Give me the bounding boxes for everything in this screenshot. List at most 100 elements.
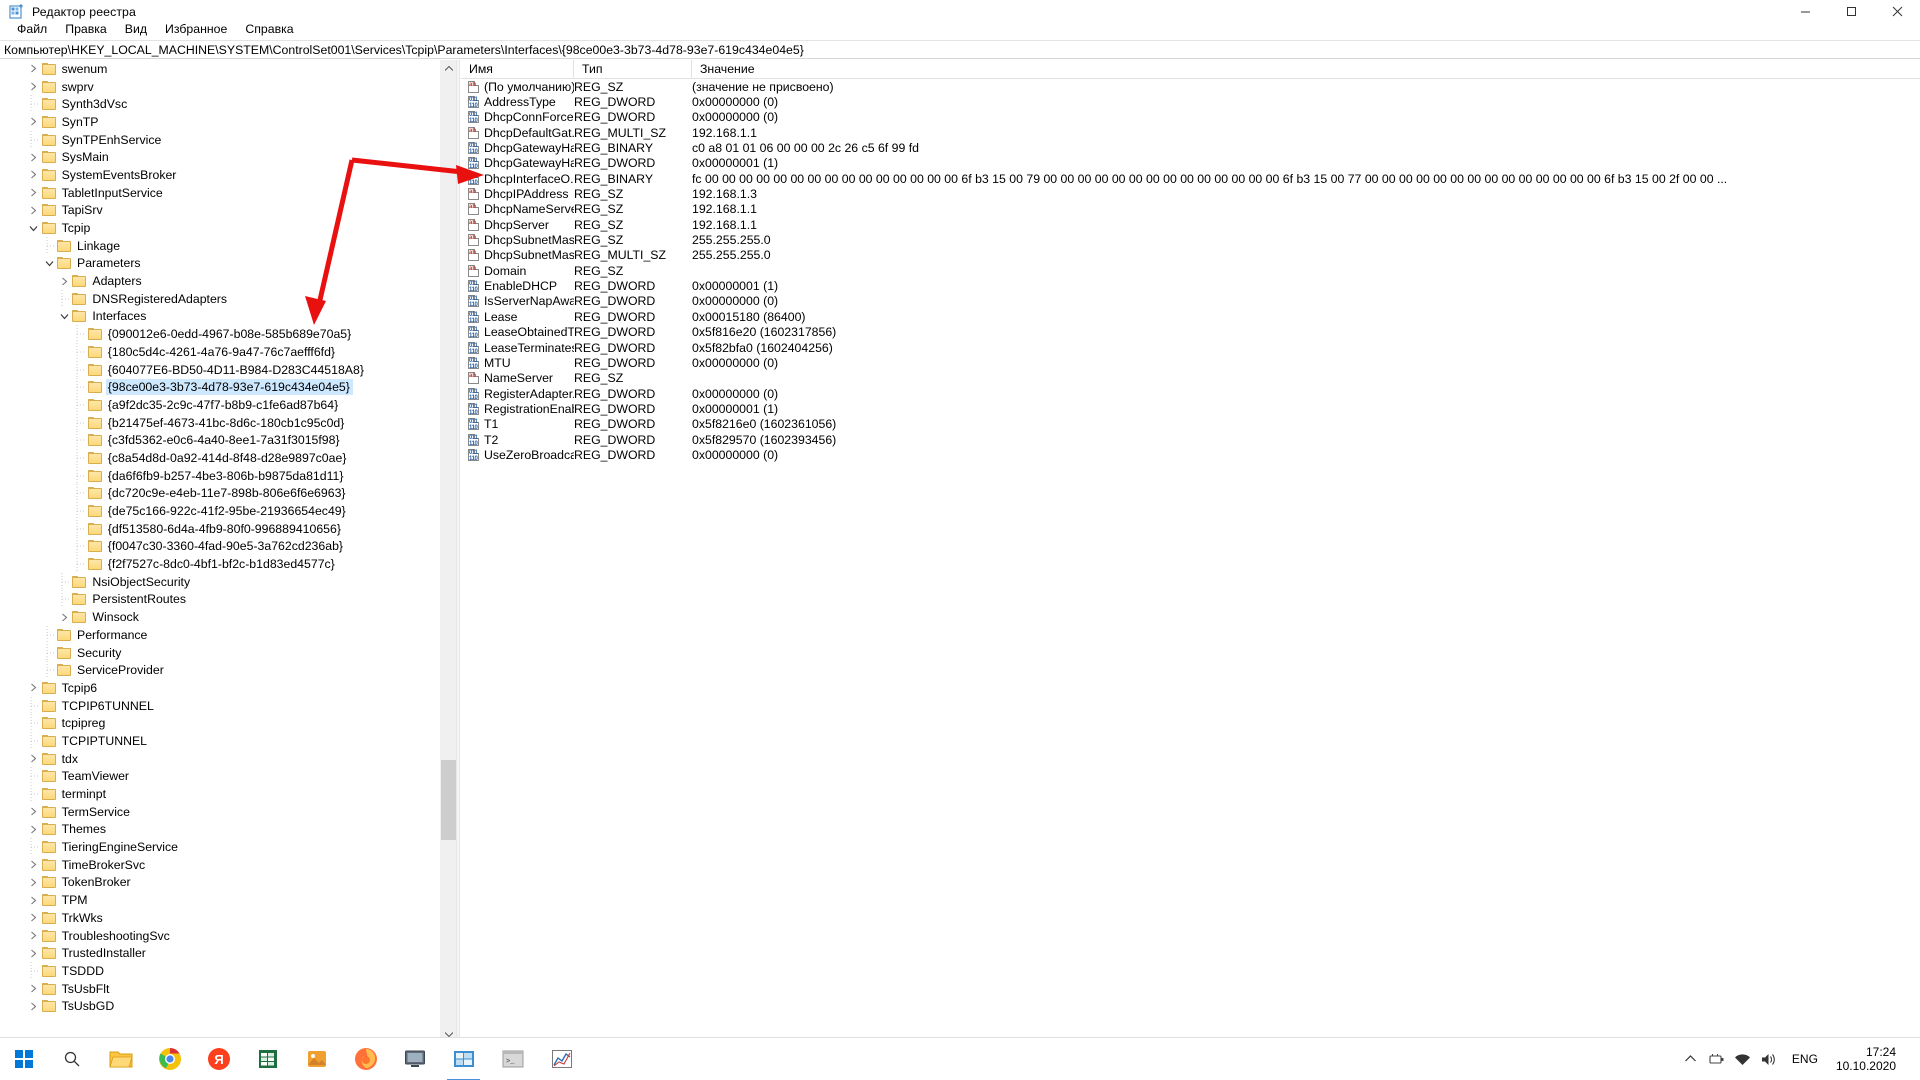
chevron-down-icon[interactable] — [56, 308, 72, 324]
chevron-down-icon[interactable] — [26, 220, 42, 236]
table-row[interactable]: 011110 DhcpGatewayHa...REG_DWORD 0x0000000… — [461, 156, 1920, 171]
excel-icon[interactable] — [243, 1038, 292, 1080]
tree-vertical-scrollbar[interactable] — [439, 60, 456, 1043]
tree-node[interactable]: DNSRegisteredAdapters — [0, 289, 456, 308]
tree-node[interactable]: {a9f2dc35-2c9c-47f7-b8b9-c1fe6ad87b64} — [0, 395, 456, 414]
usb-icon[interactable] — [1704, 1038, 1730, 1080]
show-desktop-button[interactable] — [1904, 1038, 1914, 1080]
table-row[interactable]: ab DhcpSubnetMask REG_SZ 255.255.255.0 — [461, 232, 1920, 247]
menu-item-избранное[interactable]: Избранное — [156, 20, 236, 38]
table-row[interactable]: 011 110 T1 REG_DWORD 0x5f8216e0 (1602361056) — [461, 417, 1920, 432]
chevron-right-icon[interactable] — [26, 79, 42, 95]
tree-node[interactable]: TroubleshootingSvc — [0, 927, 456, 945]
clock[interactable]: 17:24 10.10.2020 — [1828, 1045, 1904, 1073]
chrome-icon[interactable] — [145, 1038, 194, 1080]
tree-node[interactable]: NsiObjectSecurity — [0, 572, 456, 591]
chevron-right-icon[interactable] — [26, 857, 42, 873]
tree-node[interactable]: Themes — [0, 821, 456, 839]
file-explorer-icon[interactable] — [96, 1038, 145, 1080]
tree-node[interactable]: Security — [0, 643, 456, 662]
tree-node[interactable]: TrustedInstaller — [0, 944, 456, 962]
tree-node[interactable]: tcpipreg — [0, 714, 456, 733]
tree-node[interactable]: {604077E6-BD50-4D11-B984-D283C44518A8} — [0, 360, 456, 379]
chevron-right-icon[interactable] — [26, 114, 42, 130]
tree-node[interactable]: Winsock — [0, 608, 456, 626]
tree-node[interactable]: {dc720c9e-e4eb-11e7-898b-806e6f6e6963} — [0, 484, 456, 503]
language-indicator[interactable]: ENG — [1782, 1052, 1828, 1066]
chevron-right-icon[interactable] — [26, 185, 42, 201]
tree-node[interactable]: TimeBrokerSvc — [0, 856, 456, 874]
table-row[interactable]: 011110 LeaseTerminates...REG_DWORD 0x5f82b… — [461, 340, 1920, 355]
tree-node[interactable]: TeamViewer — [0, 767, 456, 786]
tree-node[interactable]: ServiceProvider — [0, 661, 456, 680]
start-button[interactable] — [0, 1038, 48, 1080]
tree-node[interactable]: {c8a54d8d-0a92-414d-8f48-d28e9897c0ae} — [0, 448, 456, 467]
tree-node[interactable]: TabletInputService — [0, 184, 456, 202]
search-icon[interactable] — [48, 1038, 96, 1080]
tree-node[interactable]: TieringEngineService — [0, 838, 456, 857]
table-row[interactable]: 011 110 AddressType REG_DWORD 0x00000000 (0) — [461, 94, 1920, 109]
tree-node[interactable]: Parameters — [0, 255, 456, 273]
table-row[interactable]: 011 110 DhcpConnForce... REG_DWORD 0x0000000… — [461, 110, 1920, 125]
tree-node[interactable]: tdx — [0, 750, 456, 768]
table-row[interactable]: ab NameServer REG_SZ — [461, 371, 1920, 386]
tree-node[interactable]: TapiSrv — [0, 202, 456, 220]
tree-node[interactable]: Linkage — [0, 236, 456, 255]
tree-node[interactable]: Interfaces — [0, 308, 456, 326]
menu-item-файл[interactable]: Файл — [8, 20, 56, 38]
table-row[interactable]: ab DhcpDefaultGat... REG_MULTI_SZ 192.168.1… — [461, 125, 1920, 140]
table-row[interactable]: 011 110 MTU REG_DWORD 0x00000000 (0) — [461, 355, 1920, 370]
tree-node[interactable]: {f0047c30-3360-4fad-90e5-3a762cd236ab} — [0, 537, 456, 556]
yandex-browser-icon[interactable]: Я — [194, 1038, 243, 1080]
tree-node[interactable]: Synth3dVsc — [0, 95, 456, 114]
table-row[interactable]: 011110 RegistrationEnab...REG_DWORD 0x0000… — [461, 401, 1920, 416]
chevron-right-icon[interactable] — [26, 945, 42, 961]
table-row[interactable]: 011110 UseZeroBroadcastREG_DWORD 0x0000000… — [461, 447, 1920, 462]
tree-node[interactable]: TrkWks — [0, 909, 456, 927]
chevron-right-icon[interactable] — [26, 998, 42, 1014]
menu-item-правка[interactable]: Правка — [56, 20, 116, 38]
tree-node[interactable]: TsUsbFlt — [0, 980, 456, 998]
column-header-value[interactable]: Значение — [692, 60, 1920, 79]
firefox-icon[interactable] — [341, 1038, 390, 1080]
table-row[interactable]: 011 110 RegisterAdapter... REG_DWORD 0x00000… — [461, 386, 1920, 401]
chevron-down-icon[interactable] — [41, 255, 57, 271]
tree-node[interactable]: TermService — [0, 803, 456, 821]
tree-node[interactable]: TCPIP6TUNNEL — [0, 696, 456, 715]
tree-node[interactable]: SysMain — [0, 148, 456, 166]
tree-node[interactable]: PersistentRoutes — [0, 590, 456, 609]
scroll-thumb[interactable] — [441, 760, 456, 840]
table-row[interactable]: ab Domain REG_SZ — [461, 263, 1920, 278]
tree-node[interactable]: {090012e6-0edd-4967-b08e-585b689e70a5} — [0, 325, 456, 344]
table-row[interactable]: 011110 IsServerNapAwareREG_DWORD 0x0000000… — [461, 294, 1920, 309]
chevron-right-icon[interactable] — [26, 751, 42, 767]
table-row[interactable]: ab DhcpServer REG_SZ 192.168.1.1 — [461, 217, 1920, 232]
chevron-right-icon[interactable] — [26, 202, 42, 218]
chevron-right-icon[interactable] — [26, 804, 42, 820]
tree-node[interactable]: {b21475ef-4673-41bc-8d6c-180cb1c95c0d} — [0, 413, 456, 432]
chevron-right-icon[interactable] — [26, 680, 42, 696]
table-row[interactable]: 011 110 EnableDHCP REG_DWORD 0x00000001 (1) — [461, 278, 1920, 293]
show-hidden-icons-chevron-icon[interactable] — [1678, 1038, 1704, 1080]
tree-node[interactable]: {180c5d4c-4261-4a76-9a47-76c7aefff6fd} — [0, 342, 456, 361]
table-row[interactable]: ab DhcpIPAddress REG_SZ 192.168.1.3 — [461, 186, 1920, 201]
chevron-right-icon[interactable] — [26, 149, 42, 165]
chevron-right-icon[interactable] — [26, 61, 42, 77]
menu-item-вид[interactable]: Вид — [116, 20, 156, 38]
tree-node[interactable]: {c3fd5362-e0c6-4a40-8ee1-7a31f3015f98} — [0, 431, 456, 450]
table-row[interactable]: 011110 LeaseObtainedTi...REG_DWORD 0x5f816… — [461, 325, 1920, 340]
tree-node[interactable]: TPM — [0, 891, 456, 909]
chevron-right-icon[interactable] — [26, 910, 42, 926]
registry-editor-icon[interactable] — [439, 1038, 488, 1080]
chevron-right-icon[interactable] — [56, 273, 72, 289]
pane-splitter[interactable] — [456, 60, 460, 1043]
tree-node[interactable]: TSDDD — [0, 961, 456, 980]
tree-node[interactable]: Tcpip6 — [0, 679, 456, 697]
tree-node[interactable]: SynTP — [0, 113, 456, 131]
column-header-type[interactable]: Тип — [574, 59, 692, 79]
tree-node[interactable]: {f2f7527c-8dc0-4bf1-bf2c-b1d83ed4577c} — [0, 555, 456, 574]
table-row[interactable]: ab DhcpNameServer REG_SZ 192.168.1.1 — [461, 202, 1920, 217]
tree-node-selected[interactable]: {98ce00e3-3b73-4d78-93e7-619c434e04e5} — [0, 378, 456, 397]
table-row[interactable]: 011110 DhcpGatewayHa...REG_BINARY c0 a8 01… — [461, 140, 1920, 155]
volume-icon[interactable] — [1756, 1038, 1782, 1080]
